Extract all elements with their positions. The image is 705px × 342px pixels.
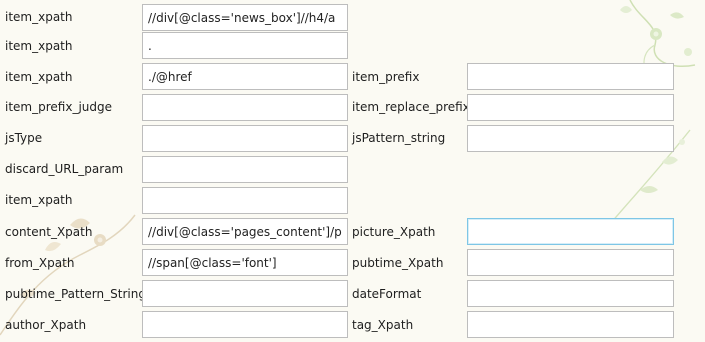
- item-xpath-input[interactable]: [142, 63, 348, 90]
- field-label: picture_Xpath: [352, 225, 436, 239]
- content-xpath-input[interactable]: [142, 218, 348, 245]
- tag-xpath-input[interactable]: [467, 311, 674, 338]
- field-label: dateFormat: [352, 287, 422, 301]
- item-prefix-judge-input[interactable]: [142, 94, 348, 121]
- field-label: item_xpath: [5, 193, 73, 207]
- from-xpath-input[interactable]: [142, 249, 348, 276]
- field-label: jsType: [5, 131, 43, 145]
- item-xpath-input[interactable]: [142, 4, 348, 31]
- field-label: item_xpath: [5, 39, 73, 53]
- field-label: item_xpath: [5, 70, 73, 84]
- item-prefix-input[interactable]: [467, 63, 674, 90]
- field-label: item_xpath: [5, 10, 73, 24]
- date-format-input[interactable]: [467, 280, 674, 307]
- field-label: item_prefix_judge: [5, 100, 112, 114]
- discard-url-param-input[interactable]: [142, 156, 348, 183]
- js-type-input[interactable]: [142, 125, 348, 152]
- field-label: jsPattern_string: [352, 131, 446, 145]
- picture-xpath-input[interactable]: [467, 218, 674, 245]
- pubtime-pattern-string-input[interactable]: [142, 280, 348, 307]
- item-xpath-input[interactable]: [142, 32, 348, 59]
- field-label: from_Xpath: [5, 256, 75, 270]
- item-replace-prefix-input[interactable]: [467, 94, 674, 121]
- field-label: item_prefix: [352, 70, 420, 84]
- field-label: author_Xpath: [5, 318, 87, 332]
- field-label: pubtime_Xpath: [352, 256, 444, 270]
- pubtime-xpath-input[interactable]: [467, 249, 674, 276]
- field-label: discard_URL_param: [5, 162, 124, 176]
- field-label: item_replace_prefix: [352, 100, 470, 114]
- item-xpath-input[interactable]: [142, 187, 348, 214]
- author-xpath-input[interactable]: [142, 311, 348, 338]
- field-label: tag_Xpath: [352, 318, 414, 332]
- js-pattern-string-input[interactable]: [467, 125, 674, 152]
- field-label: pubtime_Pattern_String: [5, 287, 146, 301]
- field-label: content_Xpath: [5, 225, 93, 239]
